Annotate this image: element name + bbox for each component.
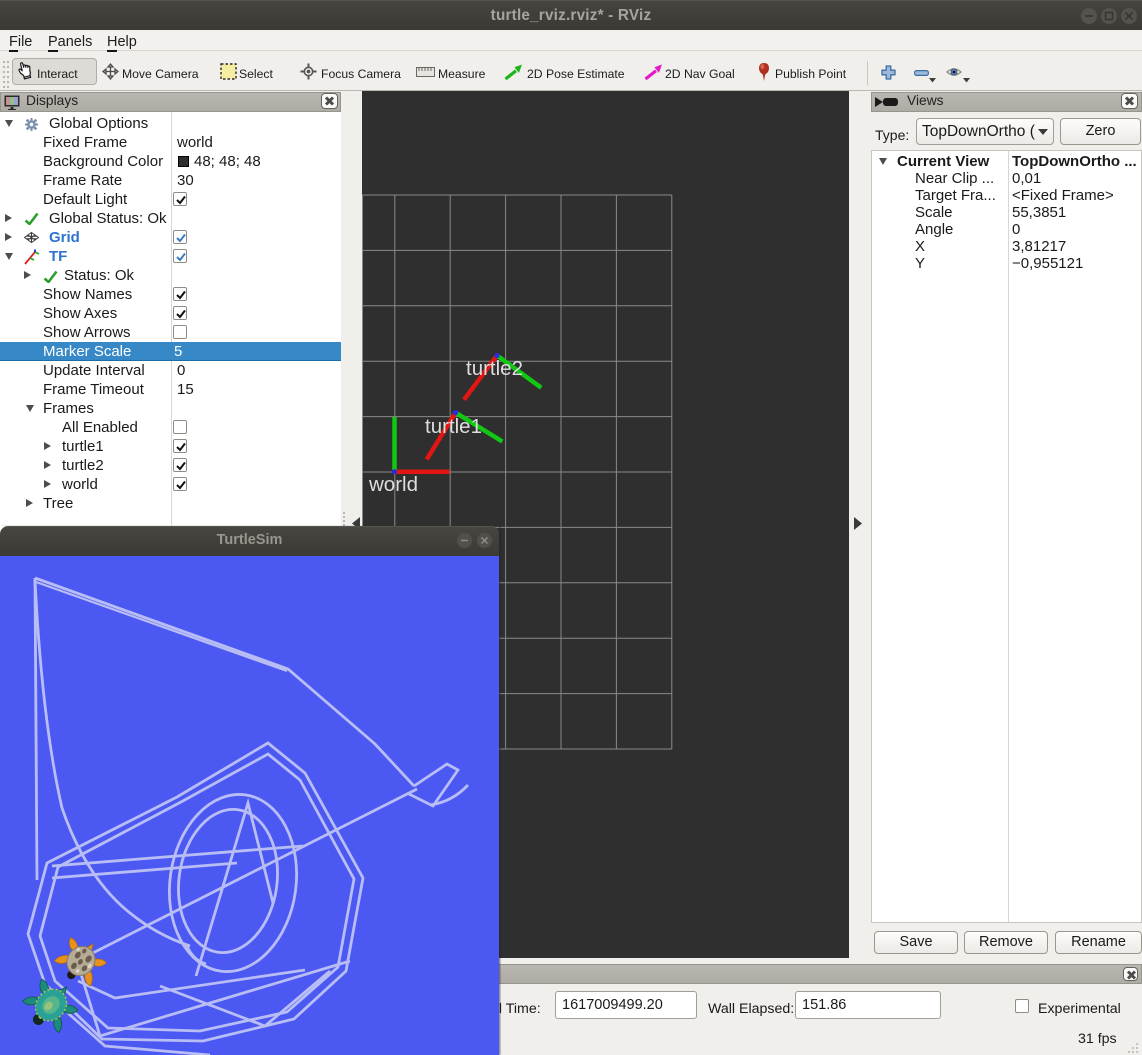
svg-text:world: world — [368, 473, 418, 496]
svg-text:turtle2: turtle2 — [466, 357, 523, 380]
svg-text:turtle1: turtle1 — [425, 415, 482, 438]
